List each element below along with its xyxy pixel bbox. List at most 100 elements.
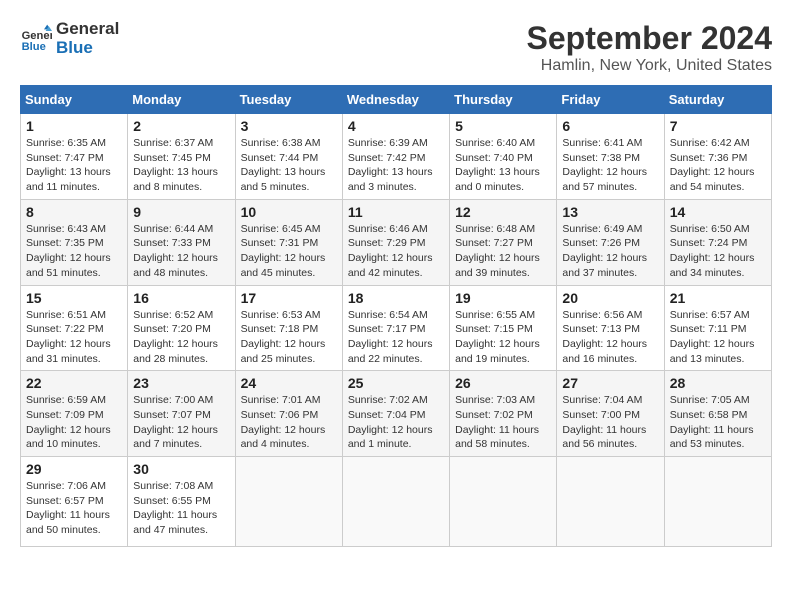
day-info: Sunrise: 7:00 AMSunset: 7:07 PMDaylight:…	[133, 393, 229, 452]
calendar-cell: 6Sunrise: 6:41 AMSunset: 7:38 PMDaylight…	[557, 114, 664, 200]
calendar-cell	[664, 457, 771, 547]
day-info: Sunrise: 6:53 AMSunset: 7:18 PMDaylight:…	[241, 308, 337, 367]
day-info: Sunrise: 7:06 AMSunset: 6:57 PMDaylight:…	[26, 479, 122, 538]
day-number: 18	[348, 290, 444, 306]
day-info: Sunrise: 7:05 AMSunset: 6:58 PMDaylight:…	[670, 393, 766, 452]
day-number: 19	[455, 290, 551, 306]
day-number: 7	[670, 118, 766, 134]
day-info: Sunrise: 7:02 AMSunset: 7:04 PMDaylight:…	[348, 393, 444, 452]
calendar-cell: 5 Sunrise: 6:40 AMSunset: 7:40 PMDaylight…	[450, 114, 557, 200]
calendar-cell: 2 Sunrise: 6:37 AMSunset: 7:45 PMDaylight…	[128, 114, 235, 200]
day-number: 9	[133, 204, 229, 220]
day-number: 24	[241, 375, 337, 391]
day-number: 23	[133, 375, 229, 391]
day-number: 4	[348, 118, 444, 134]
day-number: 20	[562, 290, 658, 306]
day-number: 26	[455, 375, 551, 391]
calendar-cell: 21 Sunrise: 6:57 AMSunset: 7:11 PMDayligh…	[664, 285, 771, 371]
calendar-cell: 1Sunrise: 6:35 AMSunset: 7:47 PMDaylight…	[21, 114, 128, 200]
calendar-cell: 11 Sunrise: 6:46 AMSunset: 7:29 PMDayligh…	[342, 199, 449, 285]
week-row-3: 15 Sunrise: 6:51 AMSunset: 7:22 PMDayligh…	[21, 285, 772, 371]
calendar-cell: 12 Sunrise: 6:48 AMSunset: 7:27 PMDayligh…	[450, 199, 557, 285]
svg-text:General: General	[22, 30, 52, 42]
title-area: September 2024 Hamlin, New York, United …	[527, 20, 772, 75]
calendar-cell	[342, 457, 449, 547]
weekday-header-saturday: Saturday	[664, 86, 771, 114]
day-info: Sunrise: 6:41 AMSunset: 7:38 PMDaylight:…	[562, 136, 658, 195]
day-number: 30	[133, 461, 229, 477]
calendar-cell: 16 Sunrise: 6:52 AMSunset: 7:20 PMDayligh…	[128, 285, 235, 371]
calendar-cell: 7 Sunrise: 6:42 AMSunset: 7:36 PMDaylight…	[664, 114, 771, 200]
calendar-cell: 4Sunrise: 6:39 AMSunset: 7:42 PMDaylight…	[342, 114, 449, 200]
weekday-header-monday: Monday	[128, 86, 235, 114]
day-number: 21	[670, 290, 766, 306]
calendar-cell: 24Sunrise: 7:01 AMSunset: 7:06 PMDayligh…	[235, 371, 342, 457]
week-row-2: 8 Sunrise: 6:43 AMSunset: 7:35 PMDaylight…	[21, 199, 772, 285]
day-info: Sunrise: 6:48 AMSunset: 7:27 PMDaylight:…	[455, 222, 551, 281]
logo-icon: General Blue	[20, 23, 52, 55]
day-number: 16	[133, 290, 229, 306]
day-number: 28	[670, 375, 766, 391]
week-row-5: 29 Sunrise: 7:06 AMSunset: 6:57 PMDayligh…	[21, 457, 772, 547]
day-number: 11	[348, 204, 444, 220]
calendar-cell: 10 Sunrise: 6:45 AMSunset: 7:31 PMDayligh…	[235, 199, 342, 285]
day-info: Sunrise: 6:51 AMSunset: 7:22 PMDaylight:…	[26, 308, 122, 367]
week-row-1: 1Sunrise: 6:35 AMSunset: 7:47 PMDaylight…	[21, 114, 772, 200]
calendar-cell	[235, 457, 342, 547]
weekday-header-row: SundayMondayTuesdayWednesdayThursdayFrid…	[21, 86, 772, 114]
day-info: Sunrise: 6:40 AMSunset: 7:40 PMDaylight:…	[455, 136, 551, 195]
header: General Blue General Blue September 2024…	[20, 20, 772, 75]
calendar-cell: 8 Sunrise: 6:43 AMSunset: 7:35 PMDaylight…	[21, 199, 128, 285]
weekday-header-tuesday: Tuesday	[235, 86, 342, 114]
day-number: 14	[670, 204, 766, 220]
calendar-cell: 26 Sunrise: 7:03 AMSunset: 7:02 PMDayligh…	[450, 371, 557, 457]
day-info: Sunrise: 7:08 AMSunset: 6:55 PMDaylight:…	[133, 479, 229, 538]
day-info: Sunrise: 6:57 AMSunset: 7:11 PMDaylight:…	[670, 308, 766, 367]
calendar-cell: 13Sunrise: 6:49 AMSunset: 7:26 PMDayligh…	[557, 199, 664, 285]
day-info: Sunrise: 6:50 AMSunset: 7:24 PMDaylight:…	[670, 222, 766, 281]
day-number: 10	[241, 204, 337, 220]
calendar-cell: 15 Sunrise: 6:51 AMSunset: 7:22 PMDayligh…	[21, 285, 128, 371]
calendar-cell	[450, 457, 557, 547]
calendar-cell: 28 Sunrise: 7:05 AMSunset: 6:58 PMDayligh…	[664, 371, 771, 457]
day-number: 2	[133, 118, 229, 134]
calendar-cell: 20Sunrise: 6:56 AMSunset: 7:13 PMDayligh…	[557, 285, 664, 371]
day-number: 29	[26, 461, 122, 477]
logo-text-general: General	[56, 20, 119, 39]
day-number: 27	[562, 375, 658, 391]
svg-text:Blue: Blue	[22, 41, 46, 53]
day-info: Sunrise: 7:04 AMSunset: 7:00 PMDaylight:…	[562, 393, 658, 452]
day-info: Sunrise: 6:45 AMSunset: 7:31 PMDaylight:…	[241, 222, 337, 281]
calendar-cell: 27 Sunrise: 7:04 AMSunset: 7:00 PMDayligh…	[557, 371, 664, 457]
day-info: Sunrise: 6:52 AMSunset: 7:20 PMDaylight:…	[133, 308, 229, 367]
day-number: 25	[348, 375, 444, 391]
day-info: Sunrise: 6:43 AMSunset: 7:35 PMDaylight:…	[26, 222, 122, 281]
day-number: 17	[241, 290, 337, 306]
day-info: Sunrise: 6:55 AMSunset: 7:15 PMDaylight:…	[455, 308, 551, 367]
calendar-cell: 14 Sunrise: 6:50 AMSunset: 7:24 PMDayligh…	[664, 199, 771, 285]
day-info: Sunrise: 6:49 AMSunset: 7:26 PMDaylight:…	[562, 222, 658, 281]
day-number: 5	[455, 118, 551, 134]
day-info: Sunrise: 6:38 AMSunset: 7:44 PMDaylight:…	[241, 136, 337, 195]
day-number: 3	[241, 118, 337, 134]
weekday-header-wednesday: Wednesday	[342, 86, 449, 114]
calendar-cell: 23 Sunrise: 7:00 AMSunset: 7:07 PMDayligh…	[128, 371, 235, 457]
calendar-cell	[557, 457, 664, 547]
day-info: Sunrise: 7:03 AMSunset: 7:02 PMDaylight:…	[455, 393, 551, 452]
calendar-cell: 3 Sunrise: 6:38 AMSunset: 7:44 PMDaylight…	[235, 114, 342, 200]
logo: General Blue General Blue	[20, 20, 119, 57]
day-info: Sunrise: 6:42 AMSunset: 7:36 PMDaylight:…	[670, 136, 766, 195]
day-number: 12	[455, 204, 551, 220]
calendar-cell: 9Sunrise: 6:44 AMSunset: 7:33 PMDaylight…	[128, 199, 235, 285]
calendar-cell: 17 Sunrise: 6:53 AMSunset: 7:18 PMDayligh…	[235, 285, 342, 371]
calendar-cell: 25 Sunrise: 7:02 AMSunset: 7:04 PMDayligh…	[342, 371, 449, 457]
calendar-cell: 30 Sunrise: 7:08 AMSunset: 6:55 PMDayligh…	[128, 457, 235, 547]
day-info: Sunrise: 6:37 AMSunset: 7:45 PMDaylight:…	[133, 136, 229, 195]
day-number: 22	[26, 375, 122, 391]
day-number: 8	[26, 204, 122, 220]
day-info: Sunrise: 6:46 AMSunset: 7:29 PMDaylight:…	[348, 222, 444, 281]
month-title: September 2024	[527, 20, 772, 57]
weekday-header-thursday: Thursday	[450, 86, 557, 114]
calendar-cell: 29 Sunrise: 7:06 AMSunset: 6:57 PMDayligh…	[21, 457, 128, 547]
day-number: 15	[26, 290, 122, 306]
